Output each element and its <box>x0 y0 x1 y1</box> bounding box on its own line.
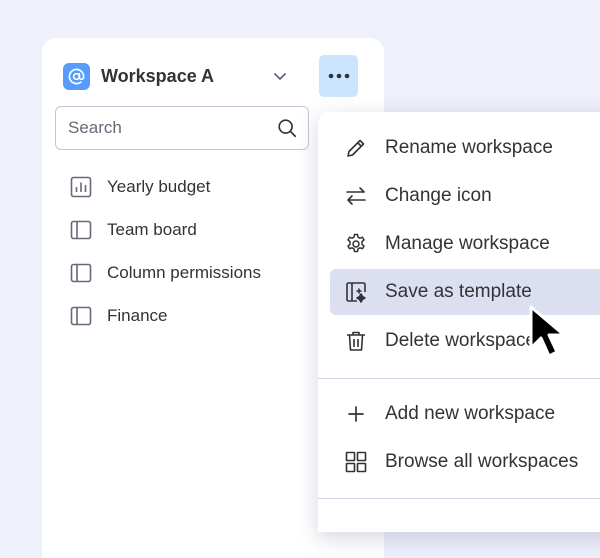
menu-item-label: Delete workspace <box>385 330 537 351</box>
menu-item-label: Save as template <box>385 281 532 302</box>
more-dots-icon <box>328 73 349 79</box>
search-input[interactable] <box>68 107 268 149</box>
mouse-pointer-icon <box>528 304 576 362</box>
menu-item-add-new-workspace[interactable]: Add new workspace <box>330 391 600 437</box>
menu-item-label: Manage workspace <box>385 233 550 254</box>
chevron-down-icon <box>274 73 286 80</box>
board-item-yearly-budget[interactable]: Yearly budget <box>70 168 320 211</box>
board-item-label: Yearly budget <box>107 177 211 196</box>
board-item-column-permissions[interactable]: Column permissions <box>70 254 320 297</box>
board-icon <box>70 305 92 327</box>
board-list: Yearly budget Team board Column permissi… <box>70 168 320 340</box>
workspace-avatar[interactable] <box>63 63 90 90</box>
menu-item-label: Add new workspace <box>385 403 556 424</box>
grid-icon <box>344 450 368 474</box>
dashboard-chart-icon <box>70 176 92 198</box>
menu-item-manage-workspace[interactable]: Manage workspace <box>330 221 600 267</box>
menu-divider <box>318 498 600 499</box>
workspace-title[interactable]: Workspace A <box>101 66 214 87</box>
workspace-header: Workspace A <box>62 55 364 102</box>
menu-item-change-icon[interactable]: Change icon <box>330 173 600 219</box>
board-icon <box>70 262 92 284</box>
menu-item-label: Browse all workspaces <box>385 451 579 472</box>
at-sign-icon <box>68 68 85 85</box>
pencil-icon <box>344 136 368 160</box>
board-item-label: Column permissions <box>107 263 261 282</box>
menu-item-label: Change icon <box>385 185 492 206</box>
menu-item-browse-all-workspaces[interactable]: Browse all workspaces <box>330 439 600 485</box>
menu-item-label: Rename workspace <box>385 137 553 158</box>
trash-icon <box>344 329 368 353</box>
board-item-finance[interactable]: Finance <box>70 297 320 340</box>
menu-item-rename-workspace[interactable]: Rename workspace <box>330 125 600 171</box>
menu-divider <box>318 378 600 379</box>
gear-icon <box>344 232 368 256</box>
board-item-label: Finance <box>107 306 168 325</box>
search-icon[interactable] <box>276 117 298 139</box>
workspace-more-button[interactable] <box>319 55 358 97</box>
plus-icon <box>344 402 368 426</box>
board-icon <box>70 219 92 241</box>
board-item-label: Team board <box>107 220 197 239</box>
workspace-dropdown-toggle[interactable] <box>270 66 290 86</box>
template-icon <box>344 280 368 304</box>
search-box <box>55 106 309 150</box>
swap-arrows-icon <box>344 184 368 208</box>
board-item-team-board[interactable]: Team board <box>70 211 320 254</box>
